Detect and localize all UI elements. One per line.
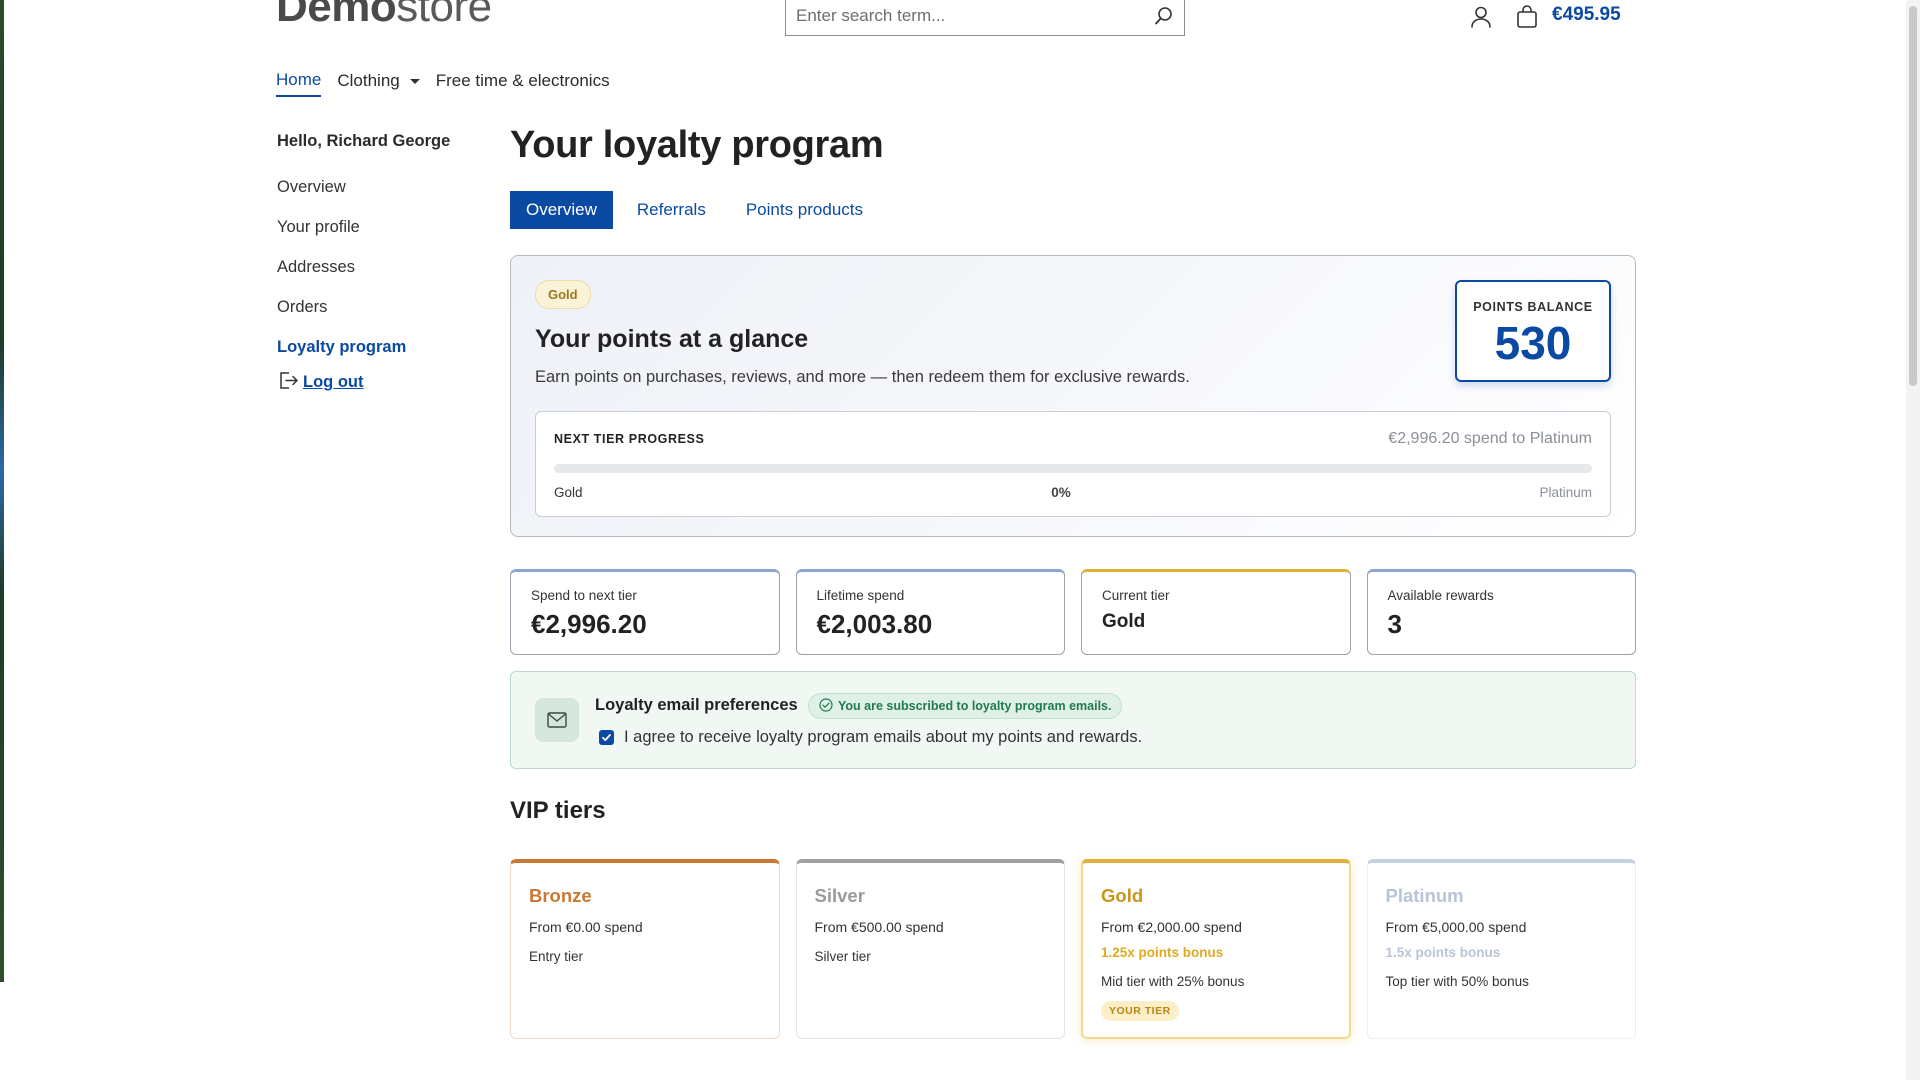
background-edge xyxy=(0,0,4,982)
glance-description: Earn points on purchases, reviews, and m… xyxy=(535,368,1190,386)
main-content: Your loyalty program Overview Referrals … xyxy=(510,124,1636,1039)
nav-home-label: Home xyxy=(276,70,322,89)
search-icon[interactable] xyxy=(1144,0,1184,36)
tier-name: Platinum xyxy=(1385,885,1464,906)
stat-label: Available rewards xyxy=(1387,588,1494,603)
cart-icon[interactable] xyxy=(1514,4,1540,30)
logout-link[interactable]: Log out xyxy=(277,369,477,396)
mail-icon xyxy=(535,698,579,742)
subscription-status-text: You are subscribed to loyalty program em… xyxy=(838,699,1112,713)
stat-value: €2,996.20 xyxy=(531,609,647,639)
progress-note: €2,996.20 spend to Platinum xyxy=(1388,430,1592,447)
account-menu: Overview Your profile Addresses Orders L… xyxy=(277,175,477,375)
tier-card-gold: Gold From €2,000.00 spend 1.25x points b… xyxy=(1081,859,1351,1039)
stat-current-tier: Current tier Gold xyxy=(1081,569,1351,655)
stat-label: Current tier xyxy=(1102,588,1170,603)
sidebar-item-orders[interactable]: Orders xyxy=(277,295,477,335)
main-navigation: Home Clothing Free time & electronics xyxy=(276,70,610,97)
sidebar-item-addresses[interactable]: Addresses xyxy=(277,255,477,295)
progress-bar xyxy=(554,464,1592,473)
tier-card-bronze: Bronze From €0.00 spend Entry tier xyxy=(510,859,780,1039)
stat-label: Spend to next tier xyxy=(531,588,637,603)
tier-threshold: From €5,000.00 spend xyxy=(1385,919,1527,935)
tier-name: Bronze xyxy=(529,885,592,906)
points-balance-value: 530 xyxy=(1494,317,1572,369)
points-balance-box: POINTS BALANCE 530 xyxy=(1455,280,1611,382)
tier-threshold: From €500.00 spend xyxy=(814,919,944,935)
email-consent-checkbox[interactable] xyxy=(599,730,614,745)
next-tier-progress: NEXT TIER PROGRESS €2,996.20 spend to Pl… xyxy=(535,411,1611,517)
sidebar-item-profile[interactable]: Your profile xyxy=(277,215,477,255)
tier-description: Mid tier with 25% bonus xyxy=(1101,974,1245,989)
tier-name: Silver xyxy=(814,885,865,906)
greeting: Hello, Richard George xyxy=(277,132,451,150)
logo-light-text: store xyxy=(396,0,492,31)
progress-percent: 0% xyxy=(1051,485,1071,500)
points-glance-card: Gold Your points at a glance Earn points… xyxy=(510,255,1636,537)
email-consent-label: I agree to receive loyalty program email… xyxy=(624,728,1143,746)
loyalty-email-preferences: Loyalty email preferences You are subscr… xyxy=(510,671,1636,769)
nav-clothing[interactable]: Clothing xyxy=(337,70,420,97)
tier-name: Gold xyxy=(1101,885,1144,906)
search-box xyxy=(785,0,1185,36)
stat-available-rewards: Available rewards 3 xyxy=(1366,569,1636,655)
stat-lifetime-spend: Lifetime spend €2,003.80 xyxy=(795,569,1065,655)
subscription-status-badge: You are subscribed to loyalty program em… xyxy=(808,693,1123,719)
page-scrollbar[interactable] xyxy=(1906,0,1920,1080)
search-input[interactable] xyxy=(786,0,1144,35)
tab-referrals[interactable]: Referrals xyxy=(621,191,722,229)
logo-bold-text: Demo xyxy=(276,0,397,31)
glance-heading: Your points at a glance xyxy=(535,325,809,353)
store-logo[interactable]: Demostore xyxy=(276,0,492,32)
tier-description: Entry tier xyxy=(529,949,584,964)
your-tier-badge: YOUR TIER xyxy=(1101,1001,1179,1021)
logout-icon xyxy=(277,369,299,396)
nav-home[interactable]: Home xyxy=(276,70,322,97)
tier-description: Silver tier xyxy=(814,949,871,964)
tier-threshold: From €0.00 spend xyxy=(529,919,643,935)
tier-bonus: 1.25x points bonus xyxy=(1101,945,1224,960)
tier-badge: Gold xyxy=(535,280,591,309)
nav-free-time-electronics[interactable]: Free time & electronics xyxy=(436,70,610,97)
scrollbar-thumb[interactable] xyxy=(1909,6,1917,386)
tier-card-platinum: Platinum From €5,000.00 spend 1.5x point… xyxy=(1366,859,1636,1039)
nav-clothing-label: Clothing xyxy=(337,71,400,90)
vip-tiers-heading: VIP tiers xyxy=(510,797,606,824)
email-pref-title: Loyalty email preferences xyxy=(595,696,798,714)
tier-threshold: From €2,000.00 spend xyxy=(1101,919,1242,935)
points-balance-label: POINTS BALANCE xyxy=(1473,300,1593,314)
stat-value: €2,003.80 xyxy=(816,609,933,639)
loyalty-tabs: Overview Referrals Points products xyxy=(510,191,1636,229)
tier-card-silver: Silver From €500.00 spend Silver tier xyxy=(795,859,1065,1039)
nav-free-time-label: Free time & electronics xyxy=(435,71,610,90)
tab-points-products[interactable]: Points products xyxy=(730,191,879,229)
check-circle-icon xyxy=(819,697,833,715)
email-consent[interactable]: I agree to receive loyalty program email… xyxy=(599,728,1142,747)
page: Demostore €495.95 Home Clothing Free tim… xyxy=(0,0,1920,1080)
cart-total[interactable]: €495.95 xyxy=(1552,4,1621,26)
stat-spend-to-next-tier: Spend to next tier €2,996.20 xyxy=(510,569,780,655)
progress-title: NEXT TIER PROGRESS xyxy=(554,432,705,446)
sidebar-item-overview[interactable]: Overview xyxy=(277,175,477,215)
tab-overview[interactable]: Overview xyxy=(510,191,613,229)
page-title: Your loyalty program xyxy=(510,124,884,166)
stat-value: Gold xyxy=(1102,611,1146,632)
progress-from-tier: Gold xyxy=(554,485,583,500)
stat-label: Lifetime spend xyxy=(816,588,905,603)
progress-to-tier: Platinum xyxy=(1539,485,1592,500)
chevron-down-icon xyxy=(409,78,420,84)
tier-description: Top tier with 50% bonus xyxy=(1385,974,1529,989)
account-icon[interactable] xyxy=(1468,4,1494,30)
stat-value: 3 xyxy=(1387,609,1402,639)
account-sidebar: Hello, Richard George Overview Your prof… xyxy=(277,132,477,396)
vip-tier-list: Bronze From €0.00 spend Entry tier Silve… xyxy=(510,859,1636,1039)
logout-label: Log out xyxy=(303,373,364,391)
tier-bonus: 1.5x points bonus xyxy=(1385,945,1501,960)
loyalty-stats: Spend to next tier €2,996.20 Lifetime sp… xyxy=(510,569,1636,655)
